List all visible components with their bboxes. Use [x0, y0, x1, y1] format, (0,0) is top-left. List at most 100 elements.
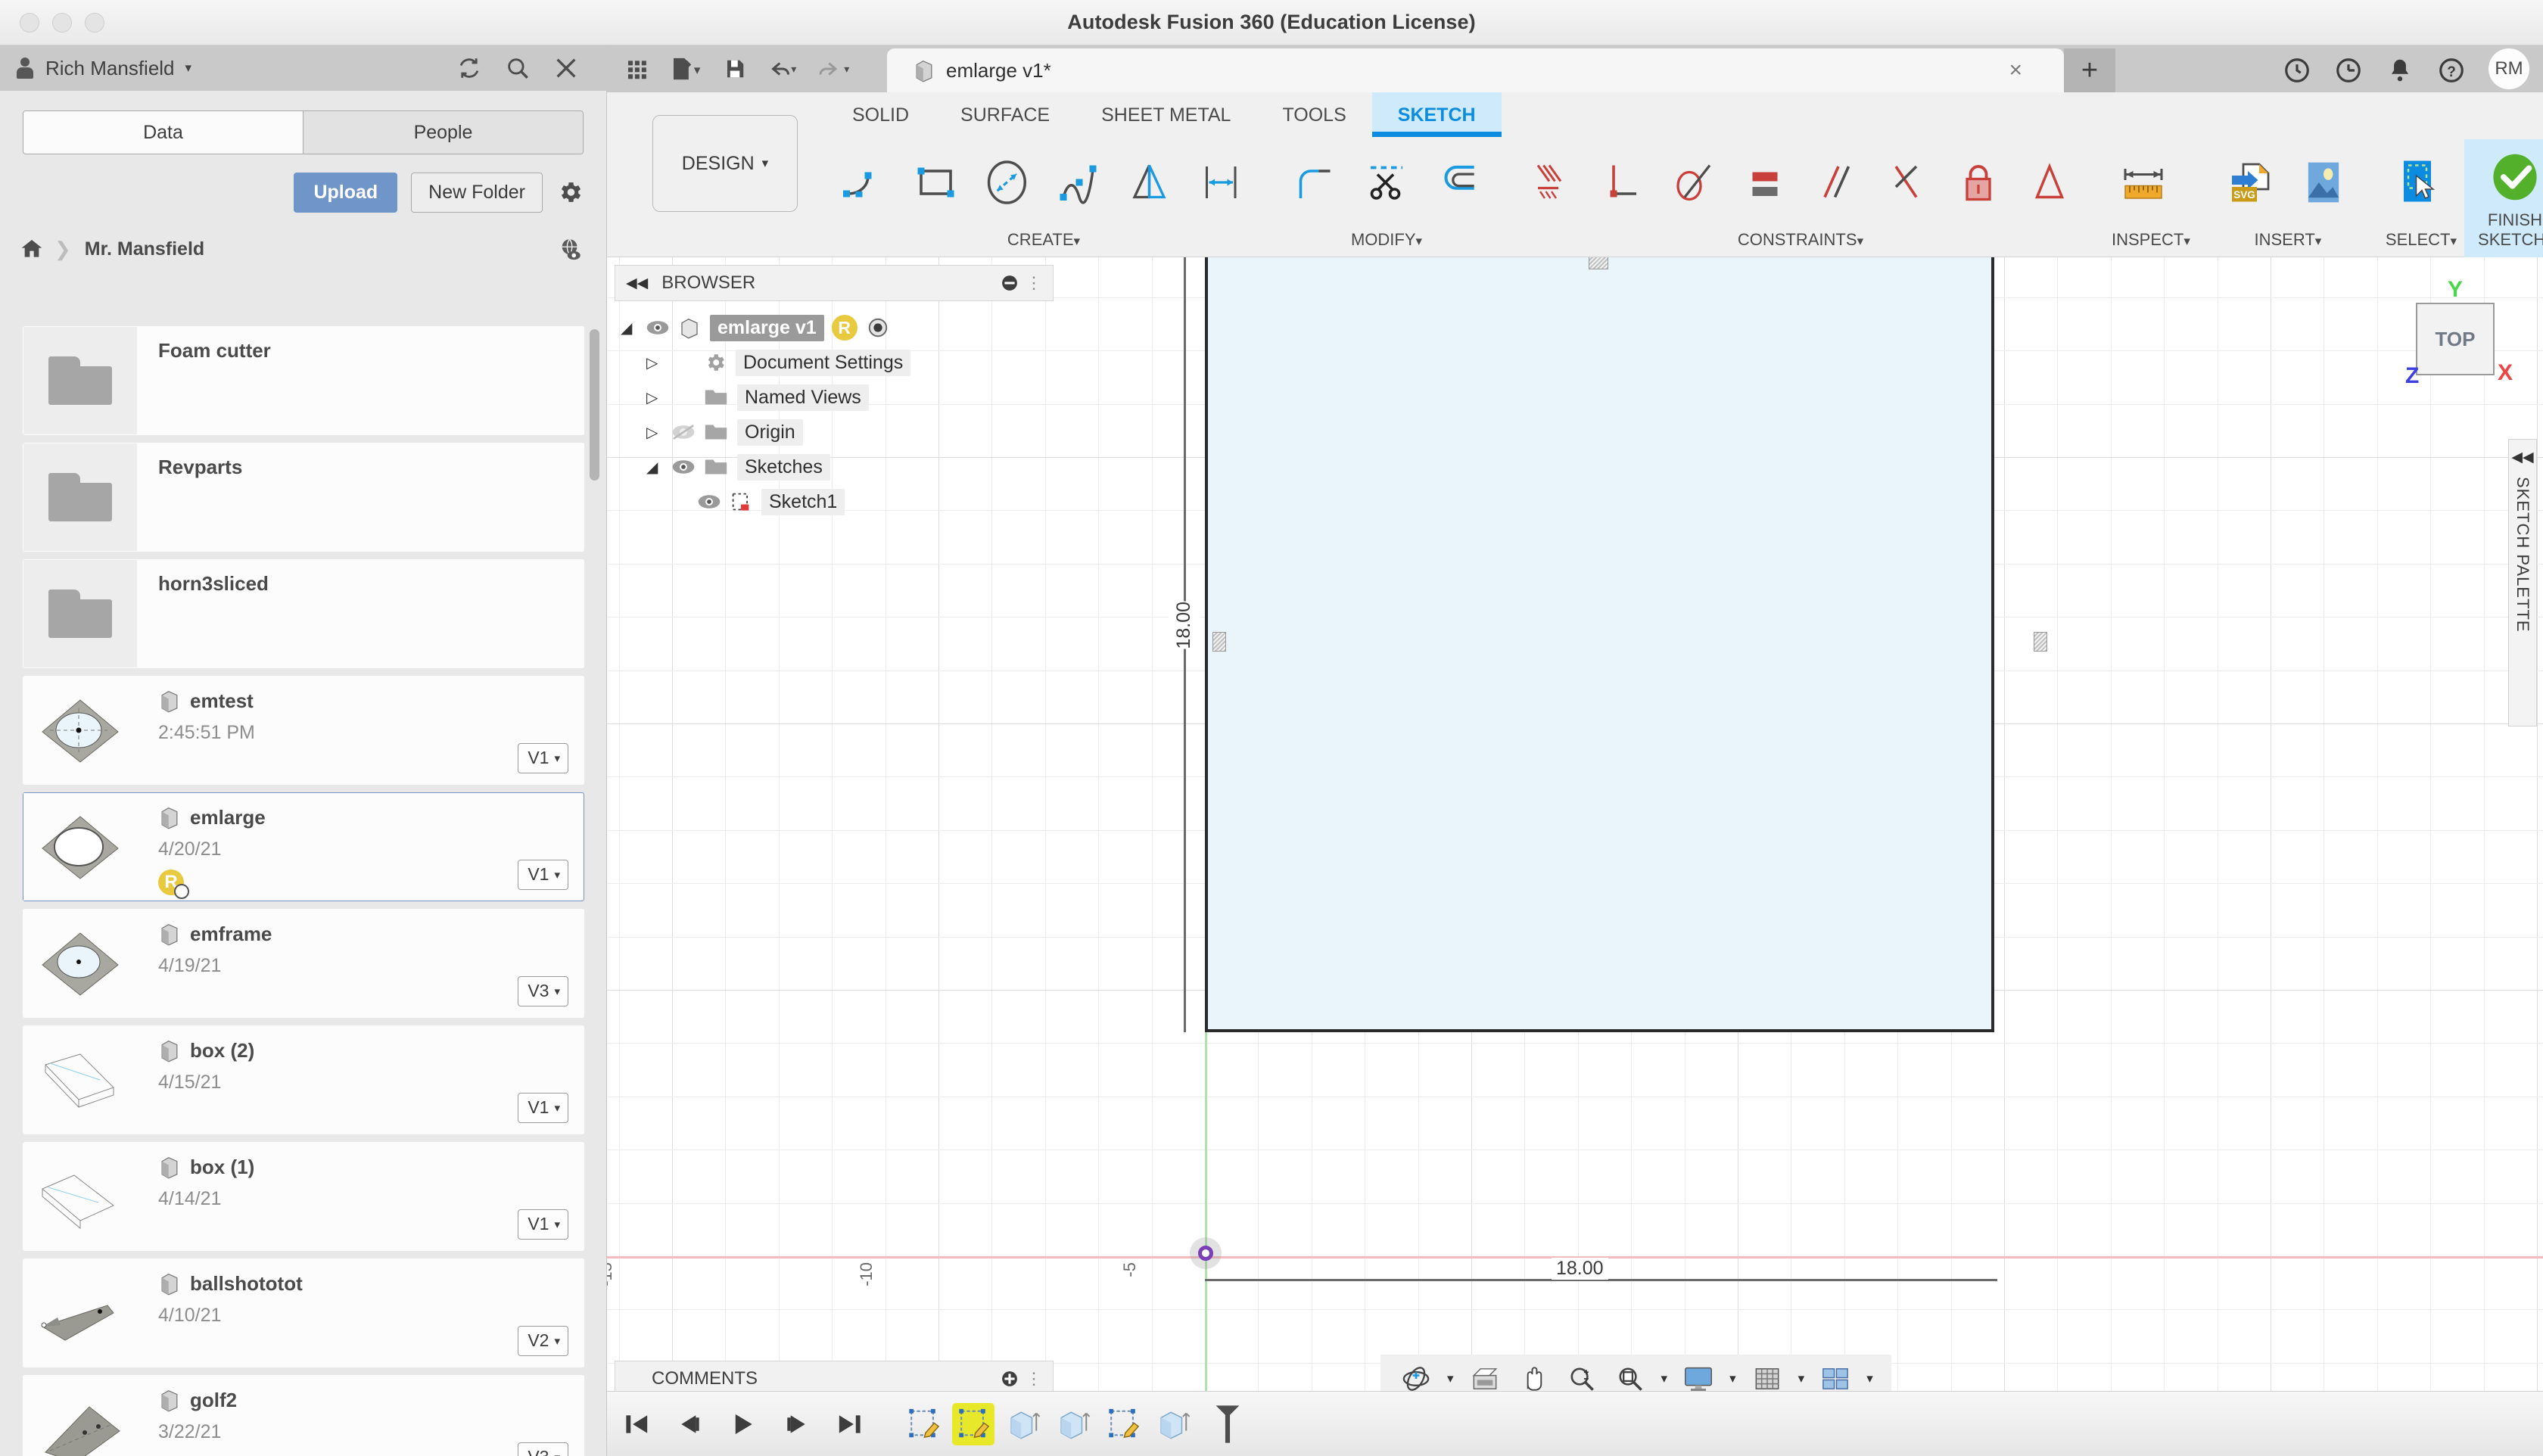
visibility-eye-off-icon[interactable]	[671, 424, 696, 440]
home-icon[interactable]	[20, 237, 44, 261]
skip-start-icon[interactable]	[618, 1405, 657, 1444]
timeline-feature-extrude-feature[interactable]	[1052, 1403, 1094, 1445]
clock-icon[interactable]	[2334, 56, 2361, 82]
timeline-features[interactable]	[902, 1402, 1194, 1445]
dimension-icon[interactable]	[1190, 151, 1253, 214]
measure-icon[interactable]	[2112, 151, 2175, 214]
list-item[interactable]: Revparts	[23, 443, 584, 552]
visibility-eye-icon[interactable]	[696, 493, 722, 510]
close-icon[interactable]: ×	[2009, 58, 2022, 83]
trim-icon[interactable]	[1355, 151, 1418, 214]
fix-lock-icon[interactable]	[1947, 151, 2010, 214]
ribbon-tab-sheet-metal[interactable]: SHEET METAL	[1075, 92, 1256, 137]
insert-image-icon[interactable]	[2292, 151, 2355, 214]
equal-icon[interactable]	[1733, 151, 1797, 214]
tab-data[interactable]: Data	[23, 111, 303, 154]
list-item[interactable]: emlarge 4/20/21 R V1 ▾	[23, 792, 584, 901]
circle-icon[interactable]	[976, 151, 1040, 214]
vertical-dimension-text[interactable]: 18.00	[1169, 602, 1200, 649]
save-icon[interactable]	[724, 57, 746, 81]
rect-top-handle[interactable]	[1589, 257, 1608, 269]
coincident-icon[interactable]	[1520, 151, 1583, 214]
view-cube-face[interactable]: TOP	[2416, 303, 2495, 375]
browser-tree-item-sketch1[interactable]: Sketch1	[621, 484, 1054, 519]
list-item[interactable]: emtest 2:45:51 PM V1 ▾	[23, 676, 584, 785]
ribbon-tab-solid[interactable]: SOLID	[826, 92, 935, 137]
refresh-icon[interactable]	[456, 55, 482, 81]
collapse-left-icon[interactable]: ◀◀	[2511, 449, 2533, 466]
chevron-down-icon[interactable]: ▾	[1725, 1371, 1741, 1386]
list-item[interactable]: golf2 3/22/21 V3▾	[23, 1375, 584, 1456]
version-badge[interactable]: V1 ▾	[518, 860, 568, 890]
origin-point[interactable]	[1198, 1246, 1213, 1261]
collapse-arrow-icon[interactable]: ▷	[646, 423, 666, 442]
avatar[interactable]: RM	[2489, 48, 2529, 89]
sketch-palette-tab[interactable]: ◀◀ SKETCH PALETTE	[2508, 439, 2537, 726]
visibility-eye-icon[interactable]	[645, 319, 671, 336]
chevron-down-icon[interactable]: ▾	[1657, 1371, 1673, 1386]
browser-tree[interactable]: ◢ emlarge v1 R ▷ Document Settings ▷ Named Vie…	[615, 301, 1054, 519]
ribbon-tab-surface[interactable]: SURFACE	[935, 92, 1075, 137]
mirror-icon[interactable]	[1119, 151, 1182, 214]
version-badge[interactable]: V3▾	[518, 1442, 568, 1456]
sketch-rectangle[interactable]	[1205, 257, 1994, 1032]
refresh-job-icon[interactable]	[2283, 56, 2309, 82]
ribbon-tab-sketch[interactable]: SKETCH	[1371, 92, 1502, 137]
browser-tree-item-named-views[interactable]: ▷ Named Views	[621, 380, 1054, 415]
list-item[interactable]: box (1) 4/14/21 V1 ▾	[23, 1142, 584, 1251]
rectangle-icon[interactable]	[905, 151, 969, 214]
ribbon-tab-tools[interactable]: TOOLS	[1256, 92, 1371, 137]
list-item[interactable]: Foam cutter	[23, 326, 584, 435]
browser-tree-item-sketches[interactable]: ◢ Sketches	[621, 450, 1054, 484]
help-icon[interactable]: ?	[2437, 56, 2464, 82]
list-item[interactable]: ballshototot 4/10/21 V2 ▾	[23, 1258, 584, 1367]
step-forward-icon[interactable]	[777, 1405, 816, 1444]
activate-component-radio[interactable]	[867, 316, 889, 339]
tangent-icon[interactable]	[1662, 151, 1726, 214]
globe-eye-icon[interactable]	[558, 236, 584, 262]
view-cube[interactable]: TOP Y X Z	[2401, 277, 2514, 400]
offset-icon[interactable]	[1426, 151, 1489, 214]
browser-tree-item-origin[interactable]: ▷ Origin	[621, 415, 1054, 450]
undo-icon[interactable]: ▾	[766, 58, 799, 80]
browser-tree-item-document-settings[interactable]: ▷ Document Settings	[621, 345, 1054, 380]
minimize-icon[interactable]	[1001, 275, 1018, 291]
bell-icon[interactable]	[2386, 56, 2411, 82]
spline-icon[interactable]	[1047, 151, 1111, 214]
new-tab-button[interactable]: +	[2064, 48, 2115, 92]
visibility-eye-icon[interactable]	[671, 459, 696, 475]
play-icon[interactable]	[724, 1405, 763, 1444]
list-item[interactable]: box (2) 4/15/21 V1 ▾	[23, 1025, 584, 1134]
skip-end-icon[interactable]	[830, 1405, 869, 1444]
timeline-feature-extrude-feature[interactable]	[1002, 1403, 1044, 1445]
timeline-feature-extrude-feature[interactable]	[1152, 1403, 1194, 1445]
search-icon[interactable]	[505, 55, 531, 81]
parallel-icon[interactable]	[1804, 151, 1868, 214]
version-badge[interactable]: V1 ▾	[518, 1093, 568, 1123]
fillet-icon[interactable]	[1284, 151, 1347, 214]
version-badge[interactable]: V1 ▾	[518, 1209, 568, 1240]
expand-arrow-icon[interactable]: ◢	[621, 319, 640, 338]
tab-people[interactable]: People	[303, 111, 583, 154]
chevron-down-icon[interactable]: ▾	[185, 61, 192, 76]
panel-resize-handle[interactable]: ⋮	[1026, 1369, 1042, 1389]
close-icon[interactable]	[553, 55, 579, 81]
version-badge[interactable]: V1 ▾	[518, 743, 568, 773]
new-folder-button[interactable]: New Folder	[411, 172, 543, 213]
finish-check-icon[interactable]	[2483, 145, 2543, 209]
insert-svg-icon[interactable]: SVG	[2221, 151, 2284, 214]
chevron-down-icon[interactable]: ▾	[1794, 1371, 1810, 1386]
panel-resize-handle[interactable]: ⋮	[1026, 273, 1042, 293]
select-window-icon[interactable]	[2386, 151, 2449, 214]
breadcrumb-path[interactable]: Mr. Mansfield	[85, 238, 204, 260]
browser-tree-item-emlarge-v1[interactable]: ◢ emlarge v1 R	[621, 310, 1054, 345]
line-icon[interactable]	[834, 151, 898, 214]
version-badge[interactable]: V3▾	[518, 976, 568, 1006]
workspace-switcher-button[interactable]: DESIGN ▾	[652, 115, 798, 212]
horizontal-dimension-text[interactable]: 18.00	[1552, 1258, 1608, 1280]
document-tab[interactable]: emlarge v1* ×	[887, 48, 2064, 92]
list-item[interactable]: horn3sliced	[23, 559, 584, 668]
timeline-feature-sketch-feature[interactable]	[1102, 1403, 1144, 1445]
chevron-down-icon[interactable]: ▾	[1443, 1371, 1458, 1386]
gear-icon[interactable]	[556, 179, 584, 206]
